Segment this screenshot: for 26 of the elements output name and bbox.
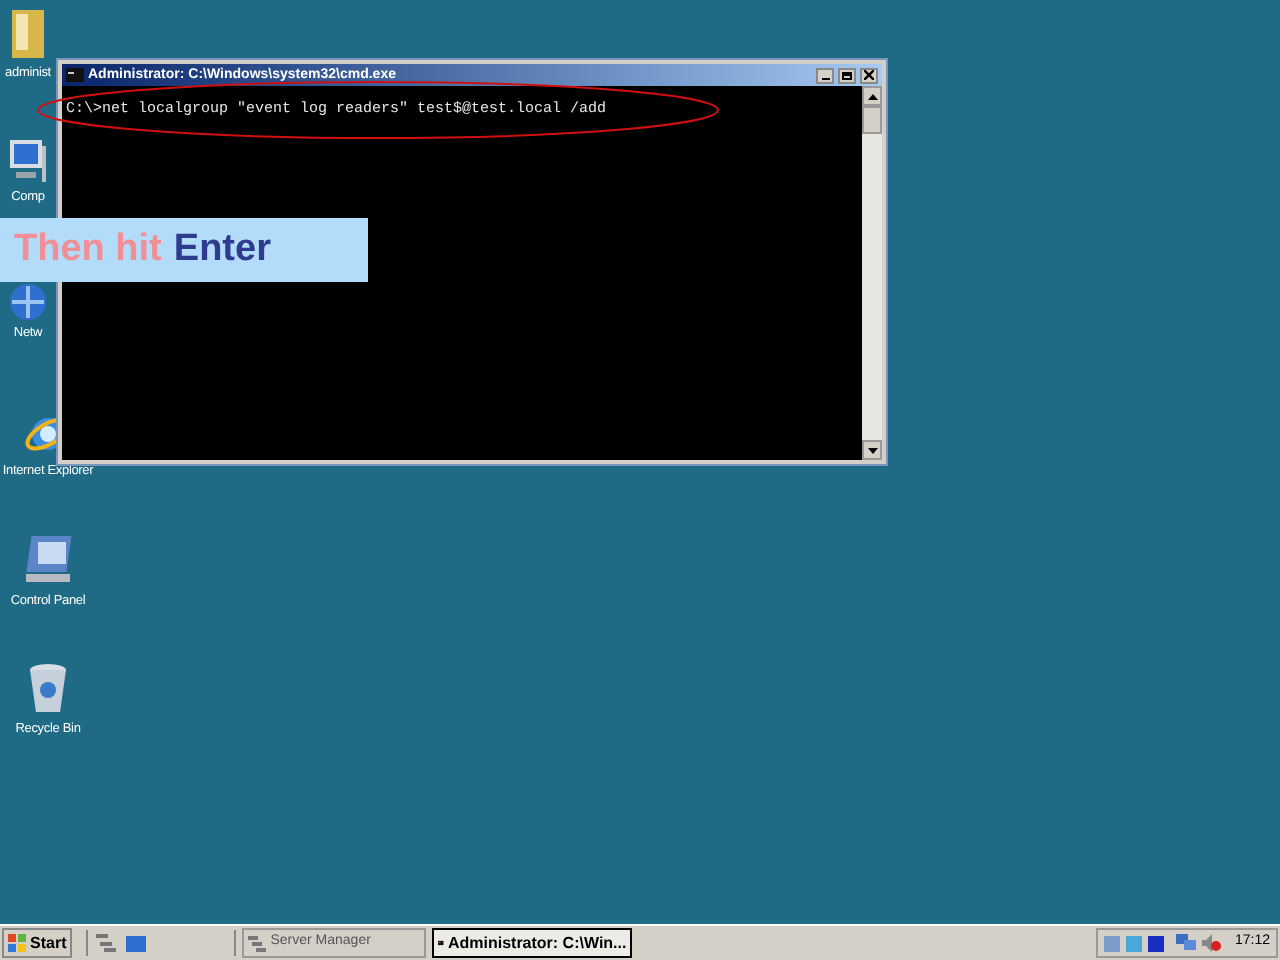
minimize-button[interactable] xyxy=(816,67,834,83)
recycle-bin-icon xyxy=(24,660,72,716)
close-icon xyxy=(864,70,874,80)
speaker-muted-icon[interactable] xyxy=(1202,934,1223,952)
callout-text: Then hit xyxy=(14,225,162,274)
computer-icon xyxy=(10,140,46,184)
callout-emphasis: Enter xyxy=(173,225,271,274)
control-panel-icon xyxy=(20,532,76,588)
scroll-up-button[interactable] xyxy=(862,86,882,106)
console-icon xyxy=(66,68,84,82)
server-manager-icon[interactable] xyxy=(94,932,119,954)
taskbar-button[interactable]: Administrator: C:\Win... xyxy=(432,928,633,958)
down-arrow-icon xyxy=(867,447,877,453)
folder-icon xyxy=(10,8,46,60)
up-arrow-icon xyxy=(867,93,877,99)
server-manager-icon xyxy=(248,934,267,952)
close-button[interactable] xyxy=(860,67,878,83)
windows-logo-icon xyxy=(8,934,26,952)
desktop-icon[interactable] xyxy=(124,932,149,954)
network-icon xyxy=(10,284,46,320)
scrollbar[interactable] xyxy=(862,86,882,460)
start-button[interactable]: Start xyxy=(2,928,73,958)
maximize-button[interactable] xyxy=(838,67,856,83)
computers-icon[interactable] xyxy=(1176,934,1197,952)
scroll-down-button[interactable] xyxy=(862,440,882,460)
scrollbar-thumb[interactable] xyxy=(862,106,882,134)
